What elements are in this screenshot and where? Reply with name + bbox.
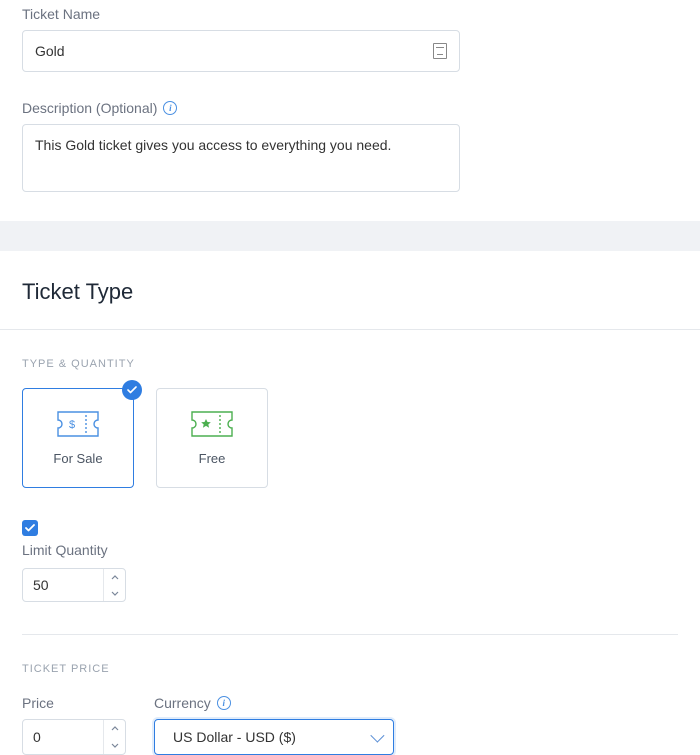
currency-label-text: Currency <box>154 695 211 711</box>
limit-quantity-label: Limit Quantity <box>22 542 678 558</box>
price-label: Price <box>22 695 126 711</box>
card-free-label: Free <box>199 451 226 466</box>
limit-quantity-stepper[interactable] <box>22 568 126 602</box>
currency-label: Currency i <box>154 695 394 711</box>
description-textarea[interactable]: This Gold ticket gives you access to eve… <box>22 124 460 192</box>
ticket-type-heading: Ticket Type <box>0 251 700 329</box>
currency-select[interactable]: US Dollar - USD ($) <box>154 719 394 755</box>
description-label: Description (Optional) i <box>22 100 678 116</box>
check-badge-icon <box>122 380 142 400</box>
ticket-name-input-wrap[interactable] <box>22 30 460 72</box>
type-quantity-subhead: Type & Quantity <box>0 330 700 388</box>
ticket-dollar-icon: $ <box>57 411 99 437</box>
autofill-icon <box>433 43 447 59</box>
ticket-price-subhead: Ticket Price <box>0 635 700 695</box>
stepper-up-icon[interactable] <box>104 569 125 585</box>
ticket-name-input[interactable] <box>35 43 425 59</box>
ticket-name-label: Ticket Name <box>22 6 678 22</box>
section-divider-band <box>0 221 700 251</box>
ticket-star-icon <box>191 411 233 437</box>
stepper-down-icon[interactable] <box>104 737 125 754</box>
card-free[interactable]: Free <box>156 388 268 488</box>
svg-text:$: $ <box>69 419 75 431</box>
limit-quantity-input[interactable] <box>23 577 93 593</box>
currency-selected-text: US Dollar - USD ($) <box>173 729 296 745</box>
limit-quantity-checkbox[interactable] <box>22 520 38 536</box>
stepper-down-icon[interactable] <box>104 585 125 601</box>
info-icon[interactable]: i <box>163 101 177 115</box>
card-for-sale-label: For Sale <box>53 451 102 466</box>
info-icon[interactable]: i <box>217 696 231 710</box>
card-for-sale[interactable]: $ For Sale <box>22 388 134 488</box>
chevron-down-icon <box>370 729 384 743</box>
description-label-text: Description (Optional) <box>22 100 157 116</box>
stepper-up-icon[interactable] <box>104 720 125 737</box>
price-stepper[interactable] <box>22 719 126 755</box>
price-input[interactable] <box>23 729 93 745</box>
